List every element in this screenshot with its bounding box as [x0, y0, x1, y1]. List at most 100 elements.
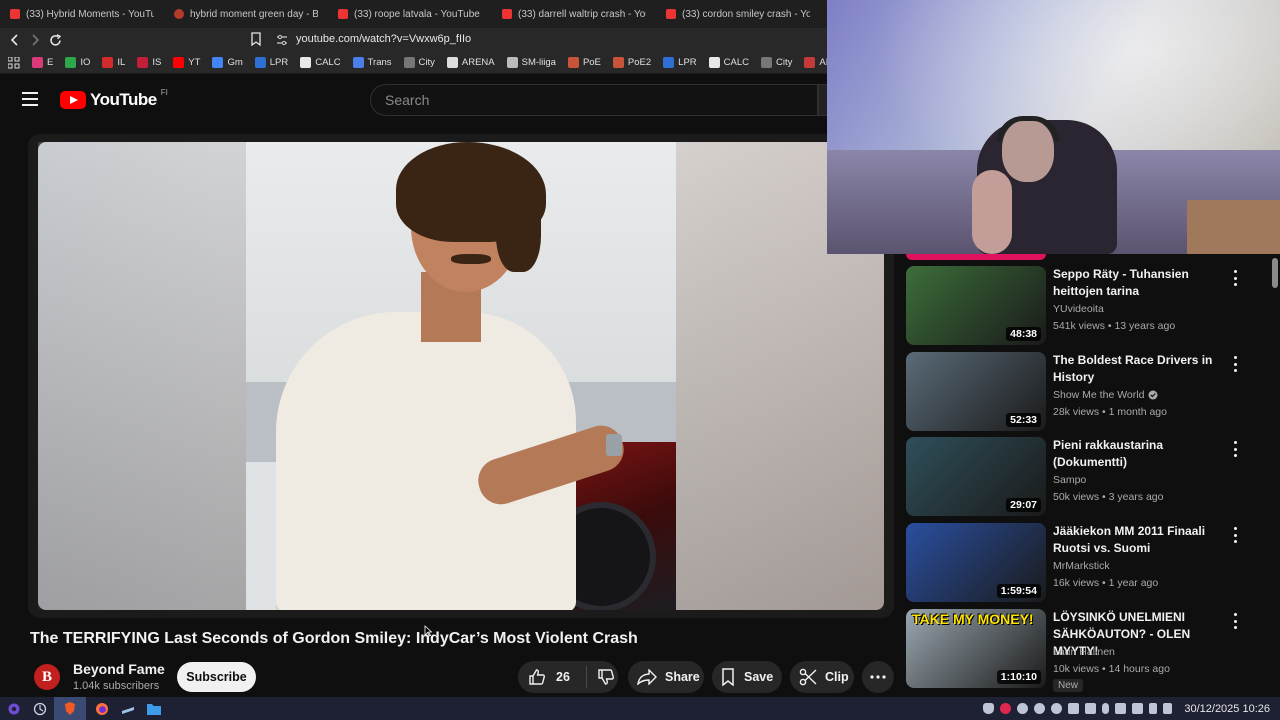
- video-thumbnail[interactable]: 48:38: [906, 266, 1046, 345]
- clip-button[interactable]: Clip: [790, 661, 854, 693]
- bookmark-item[interactable]: ARENA: [441, 52, 501, 73]
- bookmark-item[interactable]: IL: [96, 52, 131, 73]
- recommended-video[interactable]: 29:07 Pieni rakkaustarina (Dokumentti) Sam…: [906, 437, 1246, 517]
- menu-hamburger-icon[interactable]: [22, 92, 38, 106]
- video-thumbnail[interactable]: TAKE MY MONEY! 1:10:10: [906, 609, 1046, 688]
- recommended-channel[interactable]: YUvideoita: [1053, 303, 1104, 315]
- recommended-channel[interactable]: MrMarkstick: [1053, 560, 1110, 572]
- recommended-title[interactable]: The Boldest Race Drivers in History: [1053, 352, 1228, 386]
- bookmark-item[interactable]: SM-liiga: [501, 52, 562, 73]
- bookmark-item[interactable]: City: [398, 52, 441, 73]
- video-thumbnail[interactable]: 29:07: [906, 437, 1046, 516]
- like-dislike-group: 26: [518, 661, 618, 693]
- search-input[interactable]: [371, 85, 817, 115]
- bookmark-item[interactable]: IS: [131, 52, 167, 73]
- more-vertical-icon[interactable]: [1228, 270, 1242, 286]
- taskbar-brave-browser[interactable]: [54, 697, 86, 720]
- bookmark-item[interactable]: Trans: [347, 52, 398, 73]
- more-vertical-icon[interactable]: [1228, 613, 1242, 629]
- battery-icon[interactable]: [1149, 703, 1158, 714]
- share-arrow-icon: [637, 669, 657, 685]
- bookmark-item[interactable]: PoE: [562, 52, 607, 73]
- more-vertical-icon[interactable]: [1228, 527, 1242, 543]
- steam-icon[interactable]: [118, 699, 138, 719]
- recommended-channel[interactable]: Show Me the World: [1053, 389, 1158, 401]
- record-icon[interactable]: [1000, 703, 1012, 714]
- recommended-channel[interactable]: Sampo: [1053, 474, 1086, 486]
- lock-icon[interactable]: [1163, 703, 1173, 714]
- url-field[interactable]: youtube.com/watch?v=Vwxw6p_fIIo: [296, 33, 471, 45]
- thumbs-down-icon[interactable]: [597, 668, 615, 686]
- firefox-icon[interactable]: [92, 699, 112, 719]
- start-menu-icon[interactable]: [4, 699, 24, 719]
- more-actions-button[interactable]: [862, 661, 894, 693]
- back-arrow-icon[interactable]: [5, 30, 25, 50]
- bookmark-item[interactable]: LPR: [657, 52, 702, 73]
- browser-tab[interactable]: (33) darrell waltrip crash - YouTu: [492, 0, 656, 28]
- bookmark-item[interactable]: E: [26, 52, 59, 73]
- video-title: The TERRIFYING Last Seconds of Gordon Sm…: [30, 630, 638, 647]
- display-icon[interactable]: [1132, 703, 1144, 714]
- recommended-video[interactable]: 52:33 The Boldest Race Drivers in History…: [906, 352, 1246, 432]
- clipboard-icon[interactable]: [1085, 703, 1097, 714]
- volume-icon[interactable]: [1115, 703, 1127, 714]
- channel-name[interactable]: Beyond Fame: [73, 661, 165, 677]
- bookmark-label: City: [775, 57, 793, 68]
- bookmark-item[interactable]: City: [755, 52, 798, 73]
- apps-grid-icon[interactable]: [0, 52, 26, 73]
- bookmark-item[interactable]: Gm: [206, 52, 248, 73]
- recommended-video[interactable]: 48:38 Seppo Räty - Tuhansien heittojen ta…: [906, 266, 1246, 346]
- activities-icon[interactable]: [30, 699, 50, 719]
- browser-tab[interactable]: (33) roope latvala - YouTube: [328, 0, 492, 28]
- bookmark-favicon-icon: [506, 57, 518, 68]
- video-thumbnail[interactable]: 52:33: [906, 352, 1046, 431]
- video-thumbnail[interactable]: 1:59:54: [906, 523, 1046, 602]
- browser-tab-strip: (33) Hybrid Moments - YouTube hybrid mom…: [0, 0, 828, 28]
- share-button[interactable]: Share: [628, 661, 704, 693]
- bookmark-item[interactable]: ALKO: [798, 52, 828, 73]
- youtube-play-icon: [60, 91, 86, 109]
- bookmark-item[interactable]: CALC: [294, 52, 346, 73]
- previous-item-progress: [906, 254, 1046, 260]
- forward-arrow-icon[interactable]: [25, 30, 45, 50]
- notification-bell-icon[interactable]: [983, 703, 995, 714]
- bookmark-page-icon[interactable]: [250, 30, 262, 48]
- system-clock[interactable]: 30/12/2025 10:26: [1184, 703, 1270, 715]
- brave-icon: [65, 702, 75, 715]
- recommended-title[interactable]: Jääkiekon MM 2011 Finaali Ruotsi vs. Suo…: [1053, 523, 1228, 557]
- youtube-icon: [10, 9, 20, 19]
- recommended-title[interactable]: Pieni rakkaustarina (Dokumentti): [1053, 437, 1228, 471]
- more-vertical-icon[interactable]: [1228, 441, 1242, 457]
- video-player[interactable]: [28, 134, 894, 618]
- recommended-video[interactable]: TAKE MY MONEY! 1:10:10 LÖYSINKÖ UNELMIENI …: [906, 609, 1246, 692]
- clip-label: Clip: [825, 670, 849, 684]
- recommended-title[interactable]: Seppo Räty - Tuhansien heittojen tarina: [1053, 266, 1228, 300]
- recommended-channel[interactable]: Lauri Halinen: [1053, 646, 1115, 658]
- site-info-icon[interactable]: [276, 34, 288, 46]
- network-icon[interactable]: [1068, 703, 1080, 714]
- bookmark-item[interactable]: IO: [59, 52, 96, 73]
- file-manager-icon[interactable]: [144, 699, 164, 719]
- browser-tab-active[interactable]: (33) cordon smiley crash - YouTu: [656, 0, 820, 28]
- media-play-icon[interactable]: [1051, 703, 1063, 714]
- thumbs-up-icon[interactable]: [528, 668, 546, 686]
- youtube-logo[interactable]: YouTube FI: [60, 88, 168, 110]
- subscribe-button[interactable]: Subscribe: [177, 662, 256, 692]
- microphone-icon[interactable]: [1102, 703, 1110, 714]
- sidebar-scrollbar[interactable]: [1272, 254, 1278, 696]
- steam-tray-icon[interactable]: [1034, 703, 1046, 714]
- bookmark-item[interactable]: CALC: [703, 52, 755, 73]
- bookmark-item[interactable]: LPR: [249, 52, 294, 73]
- like-count[interactable]: 26: [556, 670, 570, 684]
- save-button[interactable]: Save: [712, 661, 782, 693]
- more-vertical-icon[interactable]: [1228, 356, 1242, 372]
- channel-avatar[interactable]: B: [34, 664, 60, 690]
- browser-tab[interactable]: hybrid moment green day - Bra: [164, 0, 328, 28]
- reload-icon[interactable]: [45, 30, 65, 50]
- recommended-video[interactable]: 1:59:54 Jääkiekon MM 2011 Finaali Ruotsi …: [906, 523, 1246, 603]
- bookmark-item[interactable]: PoE2: [607, 52, 657, 73]
- browser-tab[interactable]: (33) Hybrid Moments - YouTube: [0, 0, 164, 28]
- youtube-icon: [666, 9, 676, 19]
- bookmark-item[interactable]: YT: [167, 52, 206, 73]
- obs-icon[interactable]: [1017, 703, 1029, 714]
